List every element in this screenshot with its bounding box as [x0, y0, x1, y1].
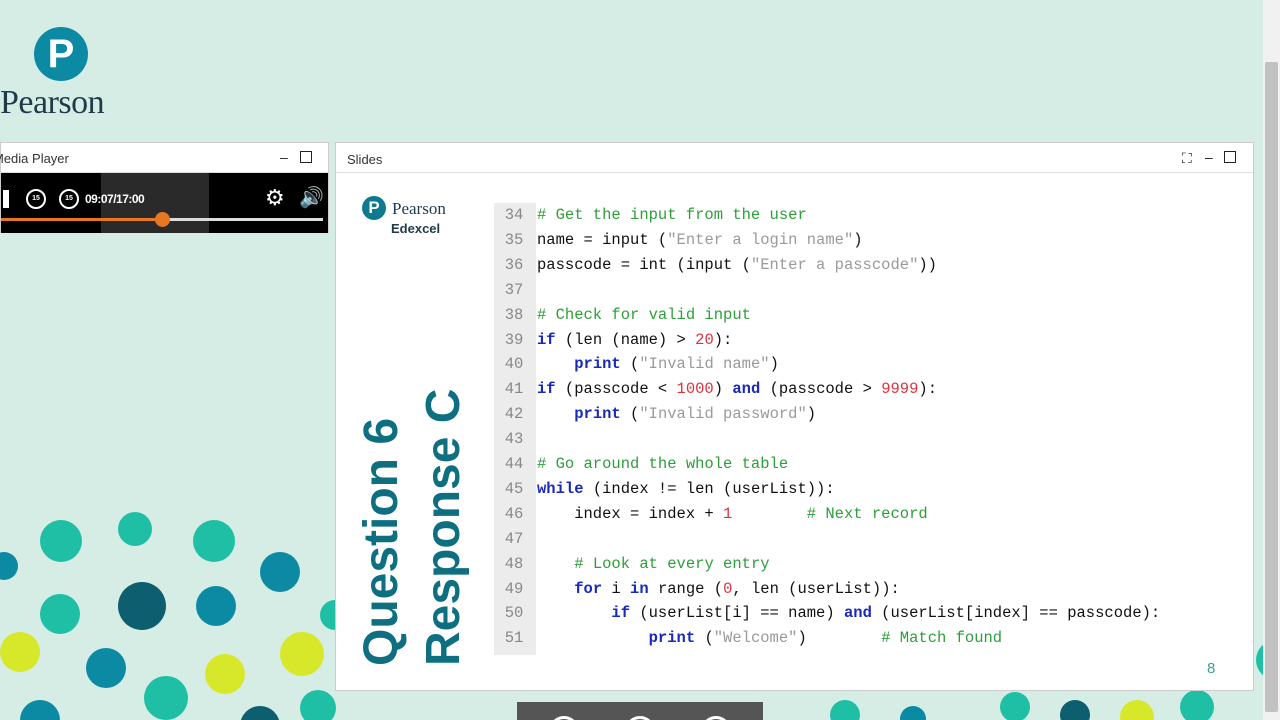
pearson-logo: P Pearson [0, 24, 130, 124]
code-text: name = input ("Enter a login name") [537, 230, 863, 249]
volume-icon[interactable]: 🔊 [299, 187, 324, 209]
slides-header[interactable]: Slides ⛶ – [336, 143, 1253, 173]
toolbar-button-3[interactable] [701, 716, 731, 720]
decorative-dot [1000, 692, 1030, 720]
minimize-button[interactable]: – [280, 149, 288, 165]
decorative-dot [144, 676, 188, 720]
decorative-dot [40, 594, 80, 634]
maximize-icon [1224, 151, 1236, 163]
line-number: 49 [504, 579, 524, 598]
decorative-dot [280, 632, 324, 676]
slide-title-line2: Response C [417, 388, 470, 666]
slide-title-line1: Question 6 [355, 417, 408, 666]
seek-bar-handle[interactable] [155, 212, 170, 227]
code-text: # Check for valid input [537, 305, 751, 324]
code-text: if (len (name) > 20): [537, 330, 733, 349]
decorative-dot [1120, 700, 1154, 720]
toolbar-button-2[interactable] [625, 716, 655, 720]
toolbar-button-1[interactable] [549, 716, 579, 720]
code-text: if (userList[i] == name) and (userList[i… [611, 604, 1161, 623]
decorative-dot [196, 586, 236, 626]
maximize-button[interactable] [300, 150, 312, 166]
line-number: 42 [504, 405, 524, 424]
line-number: 45 [504, 479, 524, 498]
decorative-dot [240, 706, 280, 720]
line-number: 44 [504, 455, 524, 473]
slide-pearson-logo: P Pearson Edexcel [362, 196, 472, 240]
forward-label: 15 [65, 195, 73, 202]
slides-panel: Slides ⛶ – P Pearson Edexcel Question 6 … [335, 142, 1254, 691]
line-number: 41 [504, 380, 524, 399]
fullscreen-icon[interactable]: ⛶ [1182, 150, 1192, 167]
decorative-dot [40, 520, 82, 562]
line-number: 50 [504, 604, 524, 623]
decorative-dot [205, 654, 245, 694]
line-number: 38 [504, 305, 524, 324]
decorative-dot [260, 552, 300, 592]
slide-logo-icon: P [362, 196, 386, 220]
code-text: # Look at every entry [574, 554, 770, 573]
pause-button[interactable] [3, 190, 9, 208]
decorative-dot [900, 706, 926, 720]
code-text: while (index != len (userList)): [537, 479, 835, 498]
slides-maximize-button[interactable] [1224, 150, 1236, 166]
code-text: passcode = int (input ("Enter a passcode… [537, 255, 937, 274]
code-text: index = index + 1 # Next record [537, 504, 928, 523]
slide-title: Question 6 Response C [354, 344, 474, 674]
code-text: print ("Invalid name") [574, 355, 779, 374]
slides-title: Slides [347, 152, 383, 167]
decorative-dot [193, 520, 235, 562]
maximize-icon [300, 151, 312, 163]
bottom-toolbar [517, 702, 763, 720]
decorative-dot [300, 690, 336, 720]
line-number: 34 [504, 206, 524, 224]
line-number: 43 [504, 430, 524, 449]
seek-bar[interactable] [1, 212, 323, 227]
page-scrollbar[interactable] [1263, 0, 1280, 720]
line-number: 36 [504, 255, 524, 274]
slide-page-number: 8 [1207, 660, 1216, 677]
rewind-label: 15 [32, 195, 40, 202]
decorative-dot [118, 512, 152, 546]
slide-logo-text: Pearson [392, 199, 446, 218]
decorative-dot [0, 632, 40, 672]
media-player-title: Media Player [0, 151, 69, 166]
code-text: # Go around the whole table [537, 455, 789, 473]
video-controls: 15 15 09:07/17:00 ⚙ 🔊 [1, 173, 328, 233]
seek-bar-fill [1, 218, 162, 221]
line-number: 39 [504, 330, 524, 349]
media-player-panel: Media Player – 15 15 09:07/17:00 ⚙ 🔊 [0, 142, 329, 233]
decorative-dot [0, 552, 18, 580]
media-player-header[interactable]: Media Player – [0, 143, 328, 173]
code-text: if (passcode < 1000) and (passcode > 999… [537, 380, 938, 399]
pearson-logo-text: Pearson [0, 84, 105, 121]
slide-content: P Pearson Edexcel Question 6 Response C … [336, 174, 1253, 690]
decorative-dot [1060, 700, 1090, 720]
line-number: 46 [504, 504, 524, 523]
decorative-dot [86, 648, 126, 688]
code-text: print ("Welcome") # Match found [648, 629, 1003, 648]
forward-15-button[interactable]: 15 [59, 189, 79, 209]
code-text: for i in range (0, len (userList)): [574, 579, 900, 598]
settings-gear-icon[interactable]: ⚙ [265, 187, 285, 209]
decorative-dot [1180, 690, 1214, 720]
line-number: 37 [504, 280, 524, 299]
decorative-dot [20, 700, 60, 720]
slides-minimize-button[interactable]: – [1205, 149, 1213, 165]
slide-logo-subtext: Edexcel [391, 221, 441, 236]
line-number: 48 [504, 554, 524, 573]
decorative-dot [830, 700, 860, 720]
line-number: 47 [504, 529, 524, 548]
code-text: print ("Invalid password") [574, 405, 817, 424]
rewind-15-button[interactable]: 15 [26, 189, 46, 209]
scrollbar-thumb[interactable] [1265, 62, 1278, 712]
decorative-dot [118, 582, 166, 630]
time-display: 09:07/17:00 [85, 192, 145, 206]
line-number: 51 [504, 629, 524, 648]
pearson-logo-icon: P [34, 27, 88, 81]
line-number: 40 [504, 355, 524, 374]
code-text: # Get the input from the user [537, 206, 807, 224]
line-number: 35 [504, 230, 524, 249]
